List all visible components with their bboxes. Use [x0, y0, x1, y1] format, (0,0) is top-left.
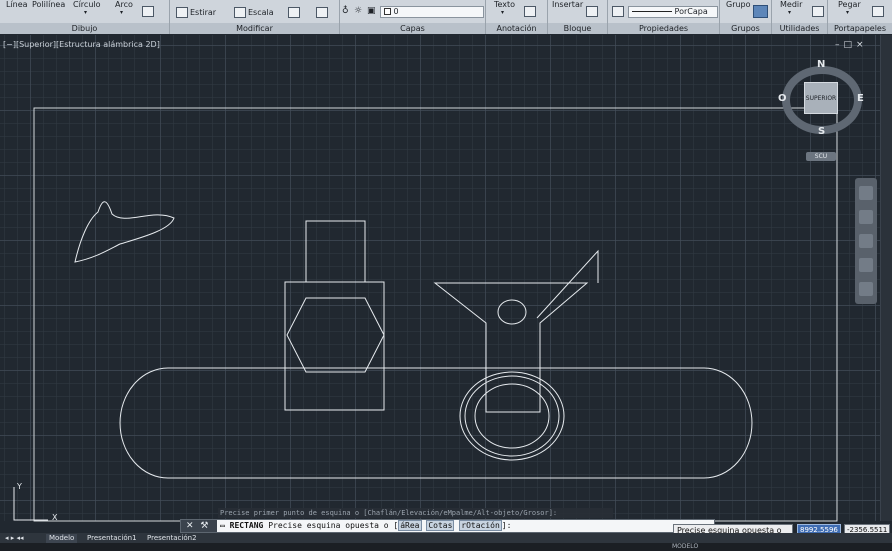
vertical-scrollbar[interactable] — [880, 35, 892, 521]
status-bar: MODELO — [0, 543, 892, 551]
linetype-value: PorCapa — [674, 7, 708, 16]
panel-capas: ♁ ☼ ▣ 0 Capas — [340, 0, 486, 34]
compass-east[interactable]: E — [857, 93, 864, 104]
command-line-controls: ✕ ⚒ — [181, 520, 217, 532]
block-edit-icon[interactable] — [586, 6, 598, 17]
lightbulb-icon[interactable]: ♁ — [342, 6, 349, 16]
copy-clip-icon[interactable] — [872, 6, 884, 17]
erase-icon[interactable] — [316, 7, 328, 18]
panel-title-modificar[interactable]: Modificar — [170, 23, 339, 34]
command-prompt: Precise esquina opuesta o [ — [268, 521, 399, 530]
option-area[interactable]: áRea — [398, 520, 422, 531]
status-model[interactable]: MODELO — [672, 543, 698, 551]
panel-propiedades: PorCapa Propiedades — [608, 0, 720, 34]
chevron-down-icon[interactable]: ▾ — [788, 9, 791, 16]
viewcube[interactable]: SUPERIOR N S E O — [778, 59, 864, 141]
ucs-y-label: Y — [17, 482, 22, 491]
viewcube-face[interactable]: SUPERIOR — [804, 82, 838, 114]
chevron-down-icon[interactable]: ▾ — [120, 9, 123, 16]
medir-button[interactable]: Medir — [780, 0, 802, 9]
viewport-label[interactable]: [−][Superior][Estructura alámbrica 2D] — [3, 40, 160, 49]
calculator-icon[interactable] — [812, 6, 824, 17]
compass-north[interactable]: N — [817, 59, 825, 70]
sun-icon[interactable]: ☼ — [354, 6, 362, 16]
layer-value: 0 — [393, 7, 399, 16]
hatch-icon[interactable] — [142, 6, 154, 17]
panel-title-utilidades[interactable]: Utilidades — [772, 23, 827, 34]
arco-button[interactable]: Arco — [115, 0, 133, 9]
ribbon: Línea Polilínea Círculo Arco ▾ ▾ Dibujo … — [0, 0, 892, 34]
command-prompt-icon: ▭ — [220, 521, 230, 530]
command-input[interactable]: ▭ RECTANG Precise esquina opuesta o [áRe… — [220, 520, 511, 532]
tab-presentacion2[interactable]: Presentación2 — [144, 534, 200, 543]
command-history: Precise primer punto de esquina o [Chafl… — [218, 508, 613, 518]
tab-nav-arrows[interactable]: ◂ ▸ ◂◂ — [2, 534, 27, 543]
panel-bloque: Insertar Bloque — [548, 0, 608, 34]
linetype-sample-icon — [632, 11, 672, 12]
ucs-menu-button[interactable]: SCU — [806, 152, 836, 161]
panel-title-propiedades[interactable]: Propiedades — [608, 23, 719, 34]
linea-button[interactable]: Línea — [6, 0, 28, 9]
panel-grupos: Grupo Grupos — [720, 0, 772, 34]
escala-button[interactable]: Escala — [248, 8, 274, 17]
layer-dropdown[interactable]: 0 — [380, 6, 484, 18]
match-properties-icon[interactable] — [612, 6, 624, 17]
ucs-x-label: X — [52, 513, 58, 522]
panel-title-portapapeles[interactable]: Portapapeles — [828, 23, 892, 34]
scale-icon[interactable] — [234, 7, 246, 18]
chevron-down-icon[interactable]: ▾ — [501, 9, 504, 16]
option-rotacion[interactable]: rOtación — [459, 520, 502, 531]
zoom-icon[interactable] — [859, 234, 873, 248]
stretch-icon[interactable] — [176, 7, 188, 18]
command-name: RECTANG — [229, 521, 264, 530]
lock-icon[interactable]: ▣ — [367, 6, 376, 16]
compass-south[interactable]: S — [818, 126, 825, 137]
panel-utilidades: Medir ▾ Utilidades — [772, 0, 828, 34]
panel-portapapeles: Pegar ▾ Portapapeles — [828, 0, 892, 34]
panel-title-bloque[interactable]: Bloque — [548, 23, 607, 34]
tab-presentacion1[interactable]: Presentación1 — [84, 534, 140, 543]
estirar-button[interactable]: Estirar — [190, 8, 216, 17]
grupo-button[interactable]: Grupo — [726, 0, 751, 9]
close-icon[interactable]: ✕ — [186, 521, 194, 531]
chevron-down-icon[interactable]: ▾ — [84, 9, 87, 16]
layer-color-swatch — [384, 8, 391, 15]
panel-title-anotacion[interactable]: Anotación — [486, 23, 547, 34]
showmotion-icon[interactable] — [859, 282, 873, 296]
panel-dibujo: Línea Polilínea Círculo Arco ▾ ▾ Dibujo — [0, 0, 170, 34]
circulo-button[interactable]: Círculo — [73, 0, 101, 9]
compass-west[interactable]: O — [778, 93, 787, 104]
orbit-icon[interactable] — [859, 258, 873, 272]
wrench-icon[interactable]: ⚒ — [200, 521, 208, 531]
insertar-button[interactable]: Insertar — [552, 0, 583, 9]
table-icon[interactable] — [524, 6, 536, 17]
chevron-down-icon[interactable]: ▾ — [846, 9, 849, 16]
steering-wheel-icon[interactable] — [859, 186, 873, 200]
panel-anotacion: Texto ▾ Anotación — [486, 0, 548, 34]
panel-title-capas[interactable]: Capas — [340, 23, 485, 34]
panel-title-dibujo[interactable]: Dibujo — [0, 23, 169, 34]
command-suffix: ]: — [501, 521, 512, 530]
panel-title-grupos[interactable]: Grupos — [720, 23, 771, 34]
group-select-icon[interactable] — [753, 5, 768, 18]
navigation-bar — [855, 178, 877, 304]
array-icon[interactable] — [288, 7, 300, 18]
viewport-window-controls[interactable]: –□× — [835, 40, 868, 50]
option-cotas[interactable]: Cotas — [426, 520, 455, 531]
pan-icon[interactable] — [859, 210, 873, 224]
panel-modificar: Estirar Escala Modificar — [170, 0, 340, 34]
texto-button[interactable]: Texto — [494, 0, 515, 9]
linetype-dropdown[interactable]: PorCapa — [628, 6, 718, 18]
pegar-button[interactable]: Pegar — [838, 0, 861, 9]
drawing-viewport[interactable] — [0, 35, 880, 521]
polilinea-button[interactable]: Polilínea — [32, 0, 65, 9]
tab-modelo[interactable]: Modelo — [46, 534, 78, 543]
